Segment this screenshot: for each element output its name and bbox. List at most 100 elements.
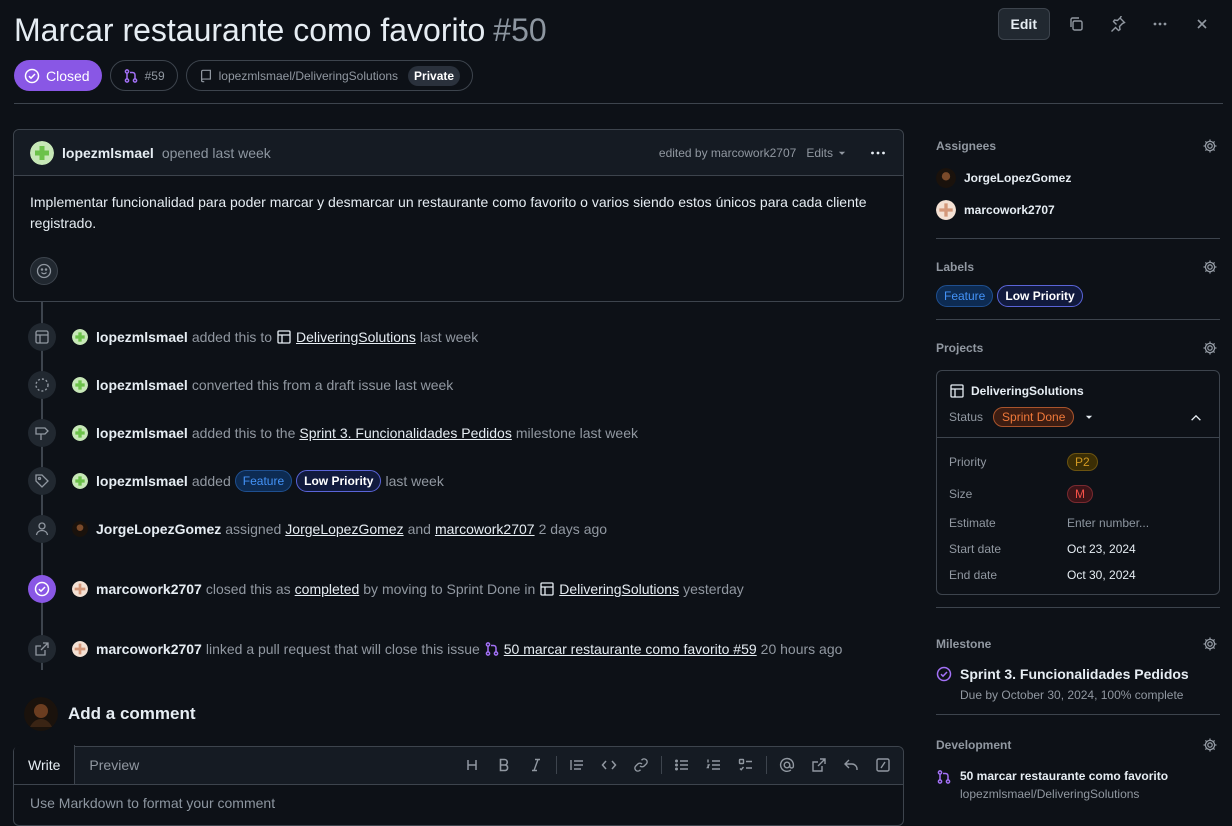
comment-author[interactable]: lopezmlsmael bbox=[62, 145, 154, 161]
avatar[interactable] bbox=[72, 329, 88, 345]
comment-textarea-placeholder[interactable]: Use Markdown to format your comment bbox=[14, 785, 903, 821]
event-actor[interactable]: marcowork2707 bbox=[96, 581, 202, 597]
unordered-list-icon[interactable] bbox=[666, 746, 698, 784]
event-actor[interactable]: lopezmlsmael bbox=[96, 425, 188, 441]
issue-sidebar: Assignees JorgeLopezGomez marcowork2707 … bbox=[936, 130, 1220, 825]
quote-icon[interactable] bbox=[561, 746, 593, 784]
labels-list: Feature Low Priority bbox=[936, 285, 1220, 307]
cross-reference-icon[interactable] bbox=[803, 746, 835, 784]
timeline-event: lopezmlsmael converted this from a draft… bbox=[28, 371, 453, 399]
avatar[interactable] bbox=[72, 377, 88, 393]
assignees-title: Assignees bbox=[936, 139, 997, 153]
close-icon[interactable] bbox=[1186, 8, 1218, 40]
field-start-date[interactable]: Start date Oct 23, 2024 bbox=[937, 536, 1219, 562]
timeline-event: marcowork2707 closed this as completed b… bbox=[28, 575, 744, 603]
task-list-icon[interactable] bbox=[730, 746, 762, 784]
event-link-2[interactable]: DeliveringSolutions bbox=[559, 581, 679, 597]
label-feature[interactable]: Feature bbox=[936, 285, 994, 307]
event-link-2[interactable]: marcowork2707 bbox=[435, 521, 535, 537]
edit-button[interactable]: Edit bbox=[997, 8, 1050, 40]
field-end-date[interactable]: End date Oct 30, 2024 bbox=[937, 562, 1219, 588]
event-link[interactable]: DeliveringSolutions bbox=[296, 329, 416, 345]
heading-icon[interactable] bbox=[456, 746, 488, 784]
italic-icon[interactable] bbox=[520, 746, 552, 784]
event-actor[interactable]: lopezmlsmael bbox=[96, 473, 188, 489]
copy-icon[interactable] bbox=[1060, 8, 1092, 40]
milestone-link[interactable]: Sprint 3. Funcionalidades Pedidos bbox=[936, 666, 1220, 682]
gear-icon[interactable] bbox=[1202, 138, 1218, 154]
event-actor[interactable]: lopezmlsmael bbox=[96, 377, 188, 393]
avatar[interactable] bbox=[72, 581, 88, 597]
project-status-row: Status Sprint Done bbox=[949, 407, 1207, 427]
bold-icon[interactable] bbox=[488, 746, 520, 784]
add-comment-header: Add a comment bbox=[24, 697, 196, 731]
event-actor[interactable]: JorgeLopezGomez bbox=[96, 521, 221, 537]
add-reaction-button[interactable] bbox=[30, 257, 58, 285]
avatar[interactable] bbox=[72, 473, 88, 489]
gear-icon[interactable] bbox=[1202, 737, 1218, 753]
assignee-name: marcowork2707 bbox=[964, 203, 1055, 217]
linked-pull-request[interactable]: 50 marcar restaurante como favorito lope… bbox=[936, 769, 1220, 801]
event-link[interactable]: completed bbox=[295, 581, 360, 597]
event-text: lopezmlsmael added this to the Sprint 3.… bbox=[96, 425, 638, 441]
avatar[interactable] bbox=[72, 641, 88, 657]
add-comment-heading: Add a comment bbox=[68, 704, 196, 723]
timeline-event: JorgeLopezGomez assigned JorgeLopezGomez… bbox=[28, 515, 607, 543]
header-actions: Edit bbox=[997, 8, 1218, 40]
field-estimate[interactable]: Estimate Enter number... bbox=[937, 510, 1219, 536]
chevron-up-icon[interactable] bbox=[1189, 411, 1203, 425]
link-icon[interactable] bbox=[625, 746, 657, 784]
event-actor[interactable]: marcowork2707 bbox=[96, 641, 202, 657]
gear-icon[interactable] bbox=[1202, 259, 1218, 275]
tab-preview[interactable]: Preview bbox=[75, 746, 153, 784]
event-link[interactable]: 50 marcar restaurante como favorito #59 bbox=[504, 641, 757, 657]
label-feature[interactable]: Feature bbox=[234, 470, 293, 492]
repo-pill[interactable]: lopezmlsmael/DeliveringSolutions Private bbox=[185, 60, 474, 91]
linked-pr-text: 50 marcar restaurante como favorito lope… bbox=[960, 769, 1168, 801]
event-link[interactable]: Sprint 3. Funcionalidades Pedidos bbox=[299, 425, 511, 441]
slash-command-icon[interactable] bbox=[867, 746, 899, 784]
project-table-icon bbox=[950, 384, 964, 398]
pin-icon[interactable] bbox=[1102, 8, 1134, 40]
check-circle-icon bbox=[24, 68, 40, 83]
assignee-name: JorgeLopezGomez bbox=[964, 171, 1072, 185]
issue-meta: Closed #59 lopezmlsmael/DeliveringSoluti… bbox=[14, 60, 474, 91]
kebab-menu-icon[interactable] bbox=[1144, 8, 1176, 40]
edits-dropdown[interactable]: Edits bbox=[806, 146, 847, 160]
avatar[interactable] bbox=[30, 140, 54, 165]
event-post: last week bbox=[419, 329, 479, 345]
avatar[interactable] bbox=[72, 425, 88, 441]
tab-write[interactable]: Write bbox=[14, 745, 76, 784]
field-size[interactable]: Size M bbox=[937, 478, 1219, 510]
event-actor[interactable]: lopezmlsmael bbox=[96, 329, 188, 345]
gear-icon[interactable] bbox=[1202, 636, 1218, 652]
event-mid: by moving to Sprint Done in bbox=[363, 581, 536, 597]
assignee-item[interactable]: marcowork2707 bbox=[936, 194, 1220, 226]
linked-pr-pill[interactable]: #59 bbox=[109, 60, 178, 91]
field-priority[interactable]: Priority P2 bbox=[937, 446, 1219, 478]
event-link[interactable]: JorgeLopezGomez bbox=[285, 521, 403, 537]
event-text: marcowork2707 linked a pull request that… bbox=[96, 641, 842, 657]
assignee-item[interactable]: JorgeLopezGomez bbox=[936, 162, 1220, 194]
avatar[interactable] bbox=[72, 521, 88, 537]
status-value[interactable]: Sprint Done bbox=[993, 407, 1075, 427]
project-link[interactable]: DeliveringSolutions bbox=[949, 383, 1207, 399]
comment-kebab-icon[interactable] bbox=[869, 145, 887, 161]
code-icon[interactable] bbox=[593, 746, 625, 784]
timeline-event: lopezmlsmael added this to DeliveringSol… bbox=[28, 323, 478, 351]
chevron-down-icon[interactable] bbox=[1084, 412, 1094, 422]
label-low-priority[interactable]: Low Priority bbox=[997, 285, 1083, 307]
issue-body-comment: lopezmlsmael opened last week edited by … bbox=[13, 129, 904, 302]
smiley-icon bbox=[36, 263, 52, 279]
ordered-list-icon[interactable] bbox=[698, 746, 730, 784]
label-low-priority[interactable]: Low Priority bbox=[296, 470, 382, 492]
gear-icon[interactable] bbox=[1202, 340, 1218, 356]
mention-icon[interactable] bbox=[771, 746, 803, 784]
tag-icon bbox=[28, 467, 56, 495]
estimate-input[interactable]: Enter number... bbox=[1067, 516, 1149, 530]
comment-editor: Write Preview Use Markdown to format you… bbox=[13, 745, 904, 826]
reply-icon[interactable] bbox=[835, 746, 867, 784]
edits-label: Edits bbox=[806, 145, 833, 160]
labels-title: Labels bbox=[936, 260, 975, 274]
labels-section: Labels Feature Low Priority bbox=[936, 251, 1220, 320]
